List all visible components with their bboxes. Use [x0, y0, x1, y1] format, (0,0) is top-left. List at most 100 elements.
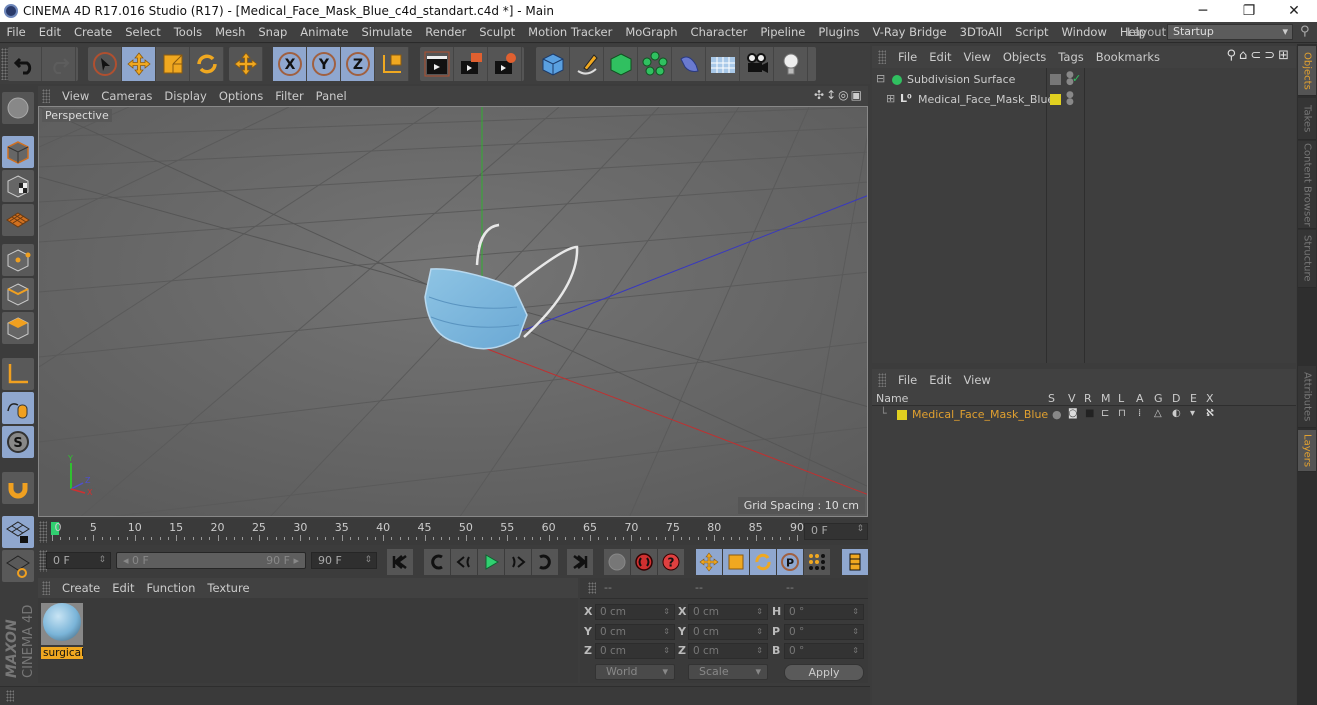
material-menu-edit[interactable]: Edit — [106, 581, 140, 595]
enable-axis-icon[interactable] — [2, 358, 34, 390]
menu-snap[interactable]: Snap — [252, 25, 294, 39]
layer-name[interactable]: Medical_Face_Mask_Blue — [912, 408, 1048, 421]
enabled-check-icon[interactable]: ✓ — [1072, 72, 1081, 85]
search-icon[interactable]: ⚲ — [1300, 24, 1310, 39]
param-keys-button[interactable]: P — [777, 549, 803, 575]
x-axis-lock-icon[interactable]: X — [273, 47, 307, 81]
menu-vray-bridge[interactable]: V-Ray Bridge — [866, 25, 953, 39]
solo-icon[interactable]: S — [2, 426, 34, 458]
tab-content-browser[interactable]: Content Browser — [1298, 141, 1316, 229]
menu-render[interactable]: Render — [419, 25, 473, 39]
go-to-start-button[interactable] — [387, 549, 413, 575]
workplane-mode-icon[interactable] — [2, 204, 34, 236]
menu-window[interactable]: Window — [1055, 25, 1113, 39]
tweak-mode-icon[interactable] — [2, 392, 34, 424]
expand-toggle[interactable]: ⊞ — [886, 92, 895, 105]
floor-icon[interactable] — [706, 47, 740, 81]
menu-3dtoall[interactable]: 3DToAll — [953, 25, 1009, 39]
rotate-keys-button[interactable] — [750, 549, 776, 575]
material-menu-create[interactable]: Create — [56, 581, 106, 595]
move-keys-button[interactable] — [696, 549, 722, 575]
rot-h-field[interactable]: 0 ° ⇕ — [784, 604, 864, 620]
apply-button[interactable]: Apply — [784, 664, 864, 681]
deformers-toggle-icon[interactable]: ◐ — [1172, 408, 1181, 419]
render-to-picture-viewer-icon[interactable] — [454, 47, 488, 81]
light-icon[interactable] — [774, 47, 808, 81]
column-name[interactable]: Name — [876, 392, 908, 405]
view-toggle-icon[interactable]: ◙ — [1068, 408, 1078, 419]
tab-takes[interactable]: Takes — [1298, 98, 1316, 140]
scale-icon[interactable] — [156, 47, 190, 81]
render-tag-icon[interactable] — [1050, 74, 1061, 85]
rotate-icon[interactable] — [190, 47, 224, 81]
column-deformers[interactable]: D — [1172, 392, 1180, 405]
status-grip[interactable] — [6, 690, 14, 702]
layer-menu-grip[interactable] — [878, 373, 886, 387]
pos-y-field[interactable]: 0 cm ⇕ — [595, 624, 675, 640]
menu-edit[interactable]: Edit — [32, 25, 67, 39]
object-menu-grip[interactable] — [878, 50, 886, 64]
animation-toggle-icon[interactable]: ⁞ — [1138, 408, 1141, 419]
object-menu-view[interactable]: View — [958, 50, 997, 64]
viewport-camera-label[interactable]: Perspective — [42, 109, 112, 122]
maximize-view-icon[interactable]: ▣ — [851, 88, 864, 102]
object-menu-edit[interactable]: Edit — [923, 50, 957, 64]
column-locked[interactable]: L — [1118, 392, 1124, 405]
visibility-dots-icon[interactable]: ● ● — [1066, 91, 1074, 107]
viewport-menu-options[interactable]: Options — [213, 89, 269, 103]
y-axis-lock-icon[interactable]: Y — [307, 47, 341, 81]
size-x-field[interactable]: 0 cm ⇕ — [688, 604, 768, 620]
object-menu-file[interactable]: File — [892, 50, 923, 64]
generators-toggle-icon[interactable]: △ — [1154, 408, 1162, 419]
pos-x-field[interactable]: 0 cm ⇕ — [595, 604, 675, 620]
dolly-view-icon[interactable]: ↕ — [826, 88, 838, 102]
edit-render-settings-icon[interactable] — [488, 47, 522, 81]
undo-icon[interactable] — [8, 47, 42, 81]
timeline-window-button[interactable] — [842, 549, 868, 575]
size-y-field[interactable]: 0 cm ⇕ — [688, 624, 768, 640]
pan-view-icon[interactable]: ✣ — [814, 88, 826, 102]
prev-key-button[interactable] — [424, 549, 450, 575]
render-view-icon[interactable] — [420, 47, 454, 81]
pen-spline-icon[interactable] — [570, 47, 604, 81]
redo-icon[interactable] — [42, 47, 76, 81]
lock-toggle-icon[interactable]: ⊓ — [1118, 408, 1126, 419]
close-button[interactable]: ✕ — [1271, 0, 1317, 22]
object-menu-objects[interactable]: Objects — [997, 50, 1052, 64]
viewport-menu-panel[interactable]: Panel — [310, 89, 353, 103]
collapse-toggle[interactable]: ⊟ — [876, 72, 885, 85]
menu-plugins[interactable]: Plugins — [812, 25, 866, 39]
column-animation[interactable]: A — [1136, 392, 1144, 405]
column-manager[interactable]: M — [1101, 392, 1111, 405]
search-icon[interactable]: ⚲ — [1227, 48, 1240, 63]
material-menu-grip[interactable] — [42, 581, 50, 595]
move-icon[interactable] — [122, 47, 156, 81]
tab-structure[interactable]: Structure — [1298, 230, 1316, 288]
layer-menu-edit[interactable]: Edit — [923, 373, 957, 387]
points-mode-icon[interactable] — [2, 244, 34, 276]
next-key-button[interactable] — [532, 549, 558, 575]
menu-create[interactable]: Create — [68, 25, 119, 39]
column-solo[interactable]: S — [1048, 392, 1055, 405]
workplane-icon[interactable] — [2, 550, 34, 582]
new-view-icon[interactable]: ⊞ — [1278, 48, 1292, 63]
polygons-mode-icon[interactable] — [2, 312, 34, 344]
prev-frame-button[interactable] — [451, 549, 477, 575]
layer-menu-view[interactable]: View — [958, 373, 997, 387]
keyframe-selection-button[interactable]: ? — [658, 549, 684, 575]
menu-file[interactable]: File — [0, 25, 32, 39]
layer-color-swatch[interactable] — [897, 410, 907, 420]
recent-tool-icon[interactable] — [229, 47, 263, 81]
column-render[interactable]: R — [1084, 392, 1092, 405]
end-frame-field[interactable]: 90 F ⇕ — [311, 552, 377, 569]
menu-tools[interactable]: Tools — [167, 25, 208, 39]
scale-keys-button[interactable] — [723, 549, 749, 575]
material-menu-function[interactable]: Function — [141, 581, 202, 595]
current-frame-field[interactable]: 0 F ⇕ — [804, 523, 868, 540]
xrefs-toggle-icon[interactable]: ℵ — [1206, 408, 1214, 419]
menu-character[interactable]: Character — [684, 25, 754, 39]
live-selection-icon[interactable] — [88, 47, 122, 81]
viewport-menu-view[interactable]: View — [56, 89, 95, 103]
layer-row[interactable]: └ Medical_Face_Mask_Blue ● ◙ ■ ⊏ ⊓ ⁞ △ ◐… — [872, 407, 1296, 423]
menu-pipeline[interactable]: Pipeline — [754, 25, 812, 39]
